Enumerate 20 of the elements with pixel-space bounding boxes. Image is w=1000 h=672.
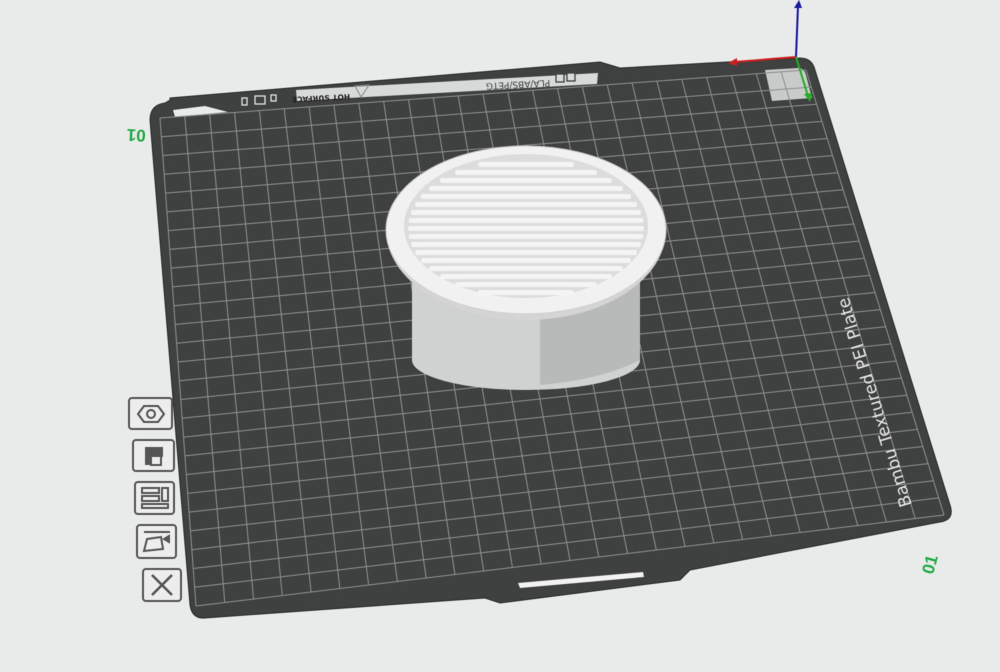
- plate-number: 01: [126, 125, 146, 145]
- plate-corner-patch: [765, 68, 812, 101]
- axis-x-arrow: [728, 56, 796, 66]
- auto-orient-button[interactable]: [136, 524, 177, 559]
- axis-z-arrow: [794, 0, 802, 58]
- layout-button[interactable]: [134, 481, 175, 515]
- plate-status-icons: [241, 94, 277, 106]
- layout-icon: [140, 486, 170, 510]
- axis-y-arrow: [795, 56, 812, 102]
- settings-button[interactable]: [128, 397, 173, 430]
- close-button[interactable]: [142, 568, 182, 602]
- close-icon: [149, 573, 175, 597]
- hex-nut-icon: [136, 404, 164, 424]
- plate-number: 01: [918, 552, 942, 576]
- warning-triangle-icon: [354, 84, 370, 98]
- bed-type-button[interactable]: [132, 439, 175, 472]
- plate-filament-label: PLA/ABS/PETG: [486, 77, 550, 90]
- tilted-plate-icon: [140, 528, 172, 554]
- plate-type-icons: [555, 72, 576, 83]
- plate-notch: [173, 106, 228, 117]
